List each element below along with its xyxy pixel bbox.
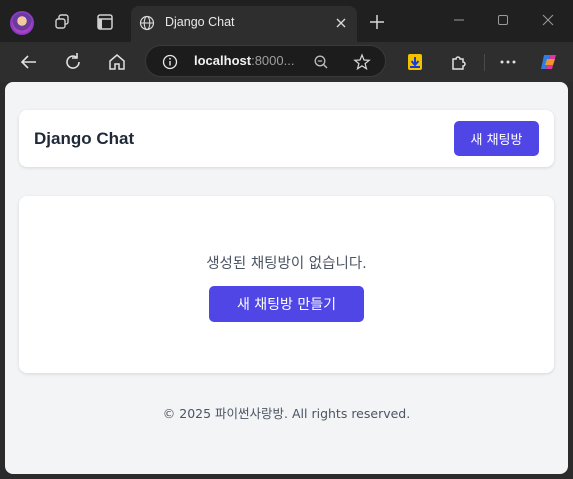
site-header: Django Chat 새 채팅방 — [19, 110, 554, 167]
url-port: :8000... — [251, 53, 295, 68]
workspaces-icon[interactable] — [53, 13, 71, 31]
new-tab-icon[interactable] — [368, 13, 386, 31]
empty-state-card: 생성된 채팅방이 없습니다. 새 채팅방 만들기 — [19, 196, 554, 373]
tab-strip: Django Chat — [0, 0, 573, 42]
create-room-button[interactable]: 새 채팅방 만들기 — [209, 286, 364, 322]
toolbar-separator — [484, 54, 485, 71]
page-viewport: Django Chat 새 채팅방 생성된 채팅방이 없습니다. 새 채팅방 만… — [5, 82, 568, 474]
site-title[interactable]: Django Chat — [34, 129, 134, 149]
tab-title: Django Chat — [165, 15, 235, 29]
more-menu-icon[interactable] — [497, 51, 519, 73]
copilot-icon[interactable] — [538, 51, 560, 73]
home-icon[interactable] — [106, 51, 128, 73]
maximize-icon[interactable] — [495, 12, 511, 28]
browser-toolbar: localhost:8000... — [0, 42, 573, 82]
minimize-icon[interactable] — [451, 12, 467, 28]
tab-django-chat[interactable]: Django Chat — [131, 6, 357, 42]
zoom-out-icon[interactable] — [313, 54, 329, 70]
profile-avatar[interactable] — [10, 11, 34, 35]
footer-copyright: © 2025 파이썬사랑방. All rights reserved. — [162, 406, 411, 421]
download-extension-icon[interactable] — [404, 51, 426, 73]
tab-actions-icon[interactable] — [96, 13, 114, 31]
url-host: localhost — [194, 53, 252, 68]
close-window-icon[interactable] — [540, 12, 556, 28]
globe-icon — [139, 15, 155, 31]
browser-window: Django Chat localhost:8000... Django Cha… — [0, 0, 573, 479]
empty-state-message: 생성된 채팅방이 없습니다. — [206, 256, 367, 272]
refresh-icon[interactable] — [62, 51, 84, 73]
favorite-star-icon[interactable] — [353, 53, 371, 71]
site-info-icon[interactable] — [162, 54, 178, 70]
address-url[interactable]: localhost:8000... — [194, 53, 294, 68]
close-tab-icon[interactable] — [334, 16, 348, 30]
new-room-button[interactable]: 새 채팅방 — [454, 121, 539, 156]
address-bar[interactable]: localhost:8000... — [145, 45, 386, 77]
back-arrow-icon[interactable] — [18, 51, 40, 73]
extensions-puzzle-icon[interactable] — [448, 51, 470, 73]
